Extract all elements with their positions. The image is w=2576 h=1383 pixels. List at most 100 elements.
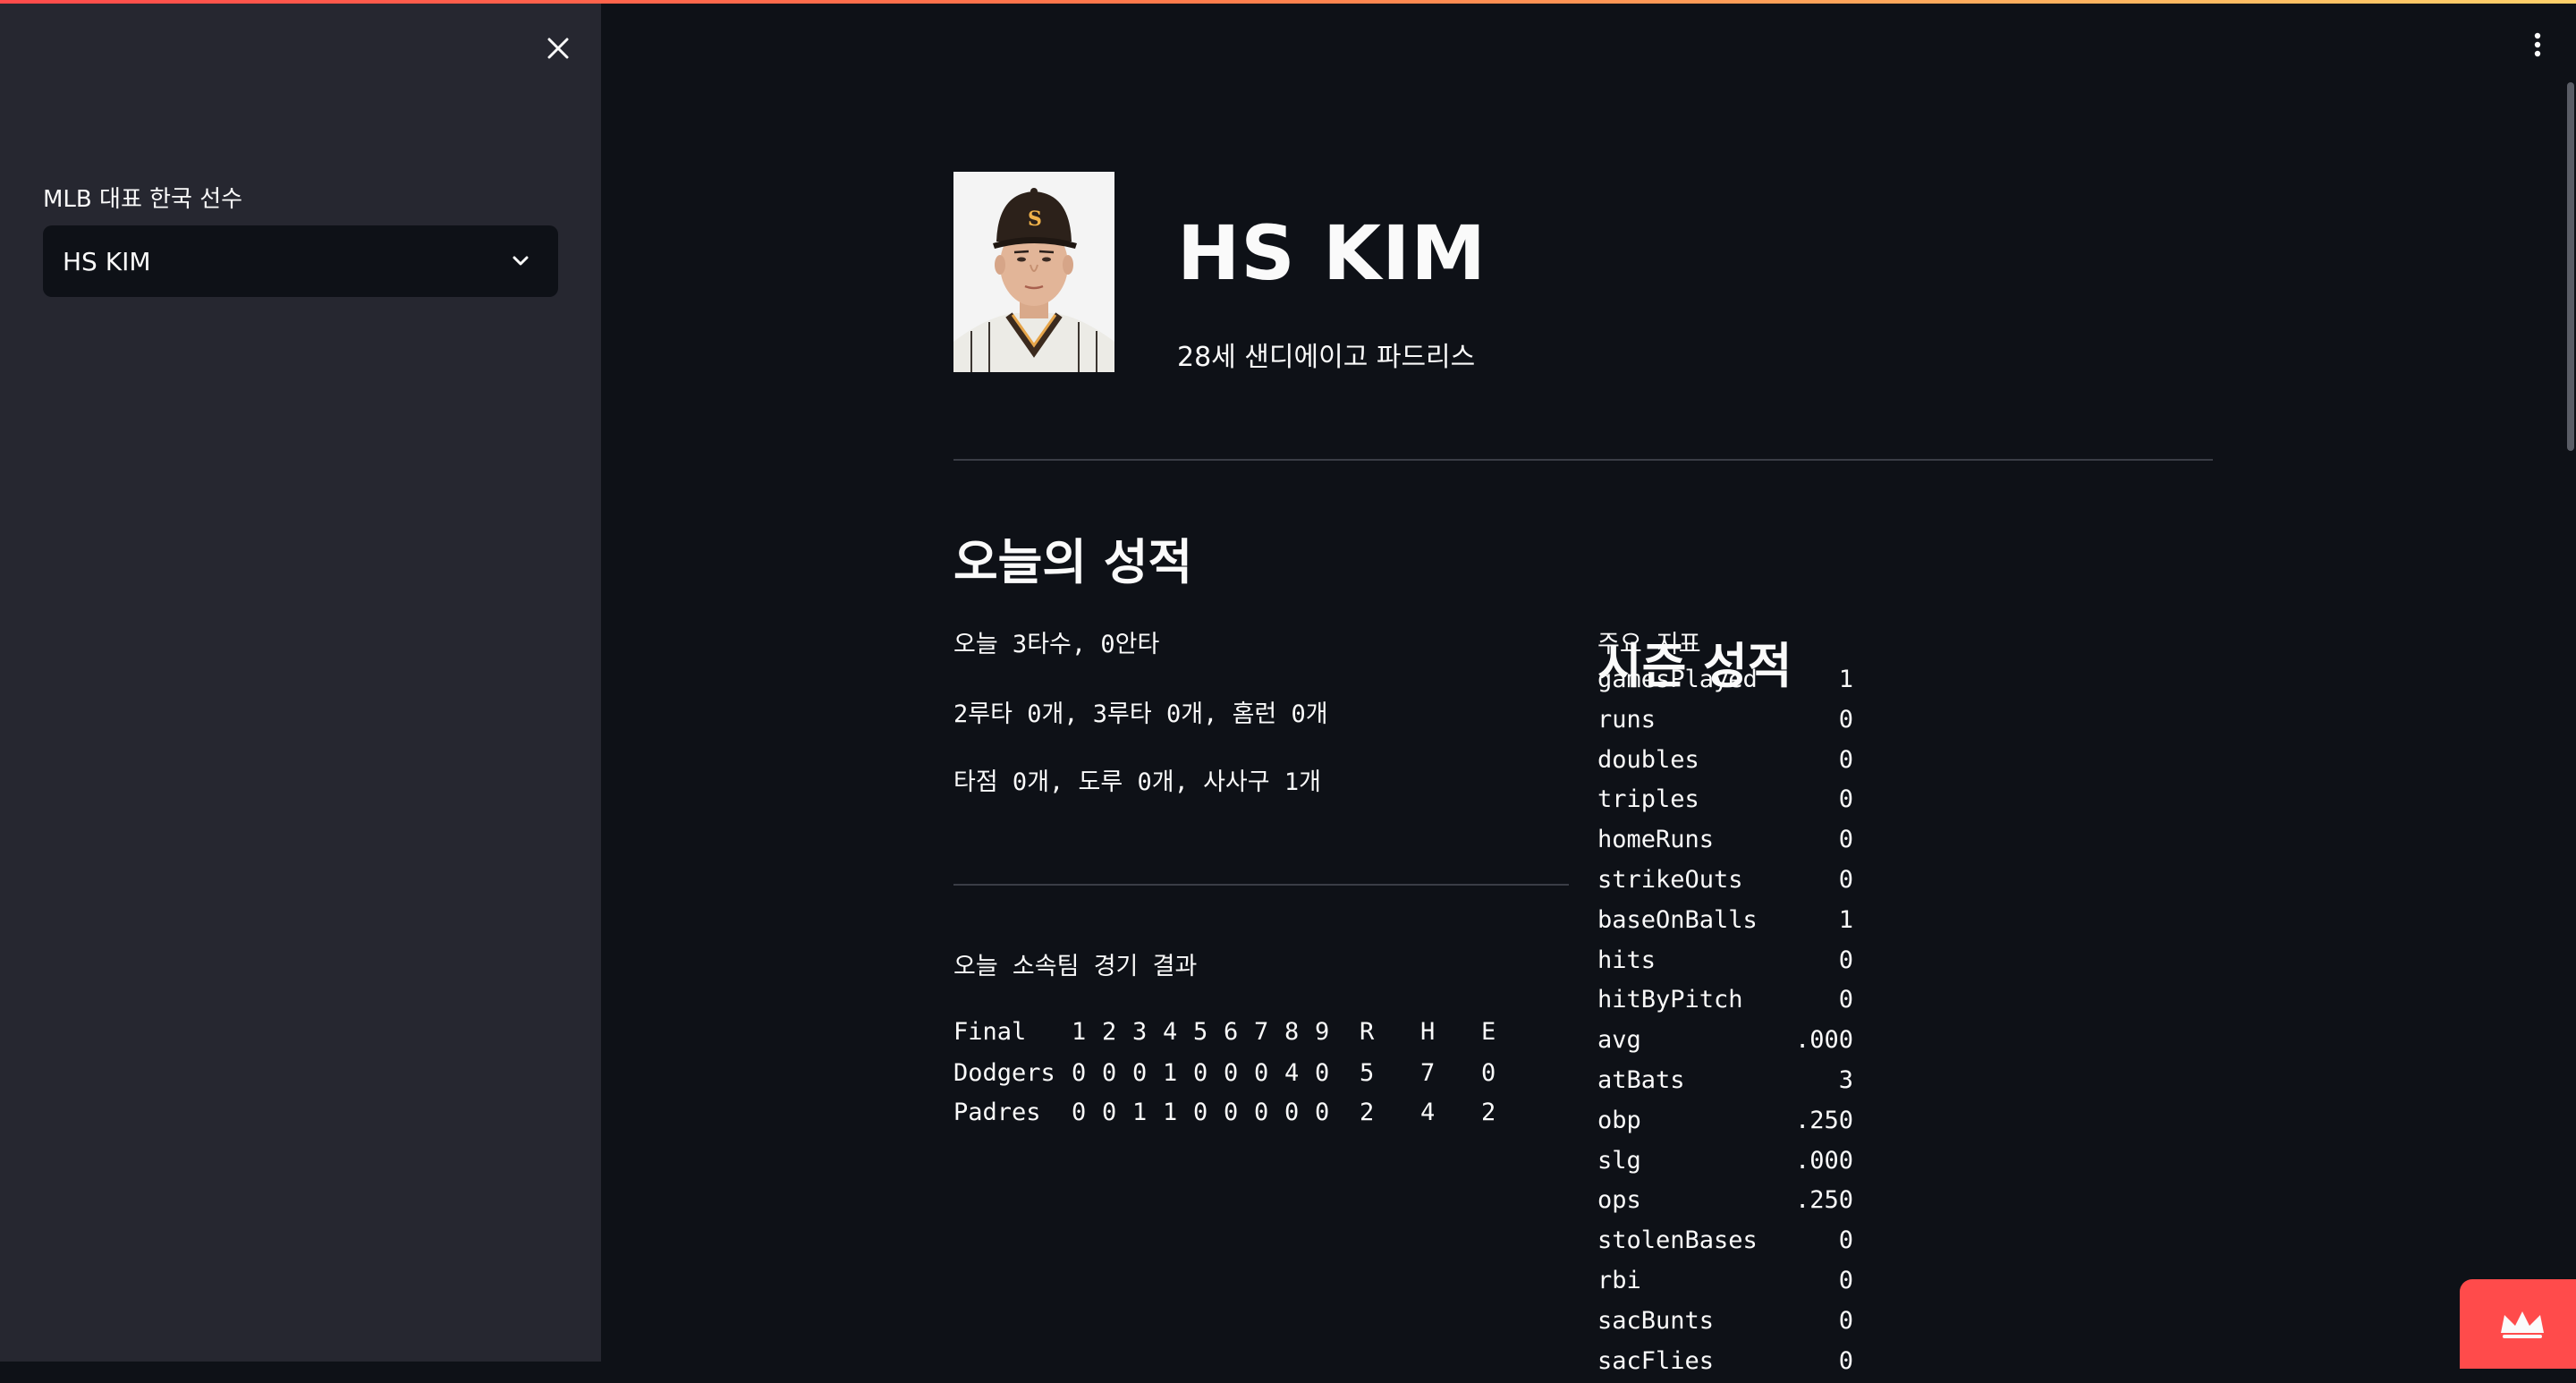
scoreboard-cell: 1	[1132, 1099, 1148, 1126]
season-stat-name: hits	[1597, 946, 1657, 974]
season-stat-name: rbi	[1597, 1267, 1641, 1294]
season-stat-value: .000	[1794, 1026, 1853, 1055]
scoreboard-cell: 0	[1254, 1059, 1269, 1087]
scoreboard-cell: 5	[1360, 1059, 1375, 1087]
today-divider	[953, 884, 1569, 886]
season-stat-name: slg	[1597, 1146, 1641, 1175]
season-stat-row: strikeOuts 0	[1597, 866, 1853, 902]
season-stat-value: 0	[1838, 1306, 1853, 1335]
today-line-rbi-steals-walks: 타점 0개, 도루 0개, 사사구 1개	[953, 768, 1321, 796]
season-stat-value: 0	[1838, 1226, 1853, 1255]
season-stat-row: rbi 0	[1597, 1267, 1853, 1302]
season-stat-row: atBats 3	[1597, 1066, 1853, 1102]
season-stat-name: doubles	[1597, 745, 1699, 774]
scoreboard-cell: 2	[1481, 1099, 1496, 1126]
scoreboard-cell: 0	[1193, 1099, 1208, 1126]
season-stat-name: hitByPitch	[1597, 986, 1743, 1014]
season-stat-row: avg .000	[1597, 1026, 1853, 1062]
scoreboard-cell: 0	[1224, 1099, 1239, 1126]
season-stat-name: ops	[1597, 1186, 1641, 1215]
season-stat-value: 0	[1838, 986, 1853, 1014]
scoreboard-cell: 2	[1360, 1099, 1375, 1126]
scoreboard-cell: 4	[1163, 1018, 1178, 1046]
season-stat-value: 0	[1838, 826, 1853, 854]
scoreboard-cell: R	[1360, 1018, 1375, 1046]
scoreboard-cell: 0	[1193, 1059, 1208, 1087]
season-stat-value: 0	[1838, 705, 1853, 734]
player-select-value: HS KIM	[63, 247, 151, 276]
season-stat-name: sacFlies	[1597, 1346, 1715, 1375]
scoreboard-cell: 0	[1102, 1099, 1117, 1126]
season-stat-row: doubles 0	[1597, 746, 1853, 782]
scoreboard-cell: 0	[1224, 1059, 1239, 1087]
scoreboard-cell: 7	[1420, 1059, 1436, 1087]
season-stat-name: runs	[1597, 705, 1657, 734]
player-name: HS KIM	[1177, 209, 1487, 297]
close-icon	[547, 38, 569, 59]
game-result-title: 오늘 소속팀 경기 결과	[953, 953, 1198, 980]
scoreboard-status: Final	[953, 1018, 1027, 1046]
streamlit-badge[interactable]	[2460, 1279, 2576, 1369]
season-stat-value: 0	[1838, 745, 1853, 774]
season-stat-row: slg .000	[1597, 1147, 1853, 1183]
scoreboard-cell: 0	[1481, 1059, 1496, 1087]
scoreboard-cell: 0	[1284, 1099, 1300, 1126]
player-select-label: MLB 대표 한국 선수	[43, 186, 243, 213]
season-stat-row: gamesPlayed 1	[1597, 666, 1853, 701]
season-stat-value: 0	[1838, 1346, 1853, 1375]
svg-text:S: S	[1028, 208, 1042, 231]
scoreboard-cell: 0	[1072, 1099, 1087, 1126]
season-stat-row: triples 0	[1597, 785, 1853, 821]
season-stat-row: homeRuns 0	[1597, 826, 1853, 861]
season-stat-row: sacFlies 0	[1597, 1347, 1853, 1383]
season-stat-name: atBats	[1597, 1066, 1685, 1094]
season-subtitle: 주요 지표	[1597, 631, 1701, 658]
season-stat-name: triples	[1597, 785, 1699, 814]
season-stat-row: hitByPitch 0	[1597, 986, 1853, 1022]
close-sidebar-button[interactable]	[540, 30, 576, 66]
top-decoration-bar	[0, 0, 2576, 4]
season-stat-value: 1	[1838, 905, 1853, 934]
season-stat-row: hits 0	[1597, 946, 1853, 982]
sidebar: MLB 대표 한국 선수 HS KIM	[0, 0, 601, 1362]
scoreboard-cell: 0	[1315, 1059, 1330, 1087]
season-stat-value: 0	[1838, 785, 1853, 814]
season-stat-row: baseOnBalls 1	[1597, 906, 1853, 942]
season-stat-name: stolenBases	[1597, 1226, 1758, 1255]
season-stat-value: 1	[1838, 666, 1853, 693]
season-stat-name: strikeOuts	[1597, 866, 1743, 894]
scoreboard-cell: 4	[1420, 1099, 1436, 1126]
season-stat-value: 3	[1838, 1066, 1853, 1094]
today-line-extra-hits: 2루타 0개, 3루타 0개, 홈런 0개	[953, 700, 1328, 728]
kebab-menu-icon	[2534, 32, 2541, 57]
scrollbar-thumb[interactable]	[2567, 82, 2574, 451]
scoreboard-cell: 2	[1102, 1018, 1117, 1046]
scoreboard-cell: 9	[1315, 1018, 1330, 1046]
scoreboard-cell: 0	[1315, 1099, 1330, 1126]
season-stat-value: .000	[1794, 1146, 1853, 1175]
main-menu-button[interactable]	[2524, 27, 2551, 63]
season-stat-row: stolenBases 0	[1597, 1226, 1853, 1262]
today-line-atbats: 오늘 3타수, 0안타	[953, 631, 1160, 658]
scoreboard-cell: 3	[1132, 1018, 1148, 1046]
scoreboard-cell: 1	[1072, 1018, 1087, 1046]
scoreboard-cell: 0	[1132, 1059, 1148, 1087]
season-stat-value: 0	[1838, 1267, 1853, 1294]
scoreboard-cell: 7	[1254, 1018, 1269, 1046]
season-stat-value: .250	[1794, 1106, 1853, 1134]
season-stat-value: 0	[1838, 946, 1853, 974]
season-stat-row: obp .250	[1597, 1107, 1853, 1142]
section-divider	[953, 459, 2213, 461]
season-stat-row: ops .250	[1597, 1186, 1853, 1222]
player-select[interactable]: HS KIM	[43, 225, 558, 297]
today-title: 오늘의 성적	[953, 534, 1193, 590]
scoreboard-team-name: Dodgers	[953, 1059, 1055, 1087]
season-stat-row: sacBunts 0	[1597, 1307, 1853, 1343]
season-stat-name: obp	[1597, 1106, 1641, 1134]
scoreboard-cell: H	[1420, 1018, 1436, 1046]
player-subtitle: 28세 샌디에이고 파드리스	[1177, 342, 1476, 373]
season-stat-name: avg	[1597, 1026, 1641, 1055]
season-stat-name: baseOnBalls	[1597, 905, 1758, 934]
player-photo: S	[953, 172, 1114, 372]
scoreboard-cell: 4	[1284, 1059, 1300, 1087]
